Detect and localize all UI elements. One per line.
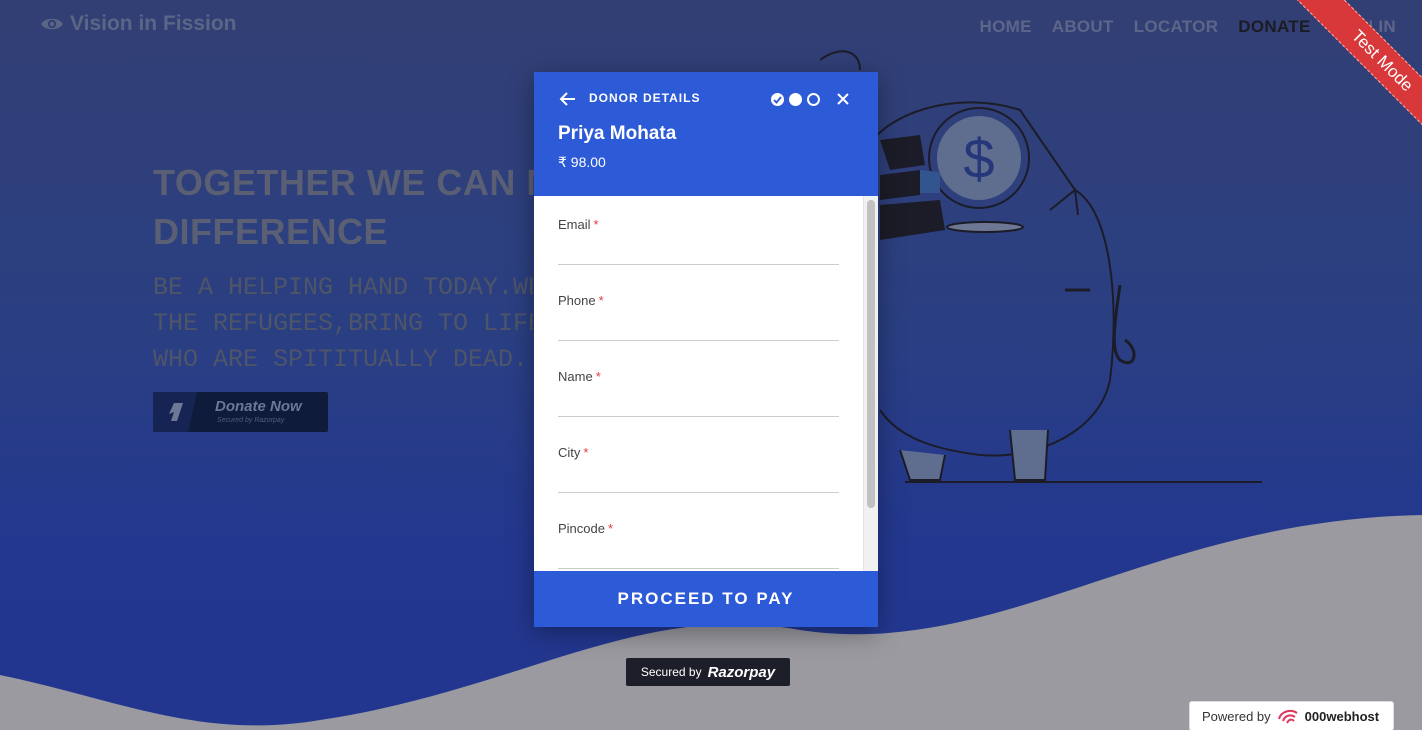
city-label: City *	[558, 445, 589, 460]
name-field[interactable]	[558, 389, 839, 417]
proceed-to-pay-button[interactable]: PROCEED TO PAY	[534, 571, 878, 627]
phone-field[interactable]	[558, 313, 839, 341]
step-done	[771, 93, 784, 106]
check-icon	[773, 96, 782, 104]
city-field-group: City *	[558, 445, 839, 513]
payee-name: Priya Mohata	[558, 123, 677, 144]
payment-modal: DONOR DETAILS Priya Mohata ₹ 98.00 Email…	[534, 72, 878, 627]
pincode-field[interactable]	[558, 541, 839, 569]
form-scrollbar[interactable]	[863, 196, 878, 571]
secured-prefix: Secured by	[640, 665, 702, 679]
step-current	[789, 93, 802, 106]
name-label: Name *	[558, 369, 601, 384]
email-field[interactable]	[558, 237, 839, 265]
payment-amount: ₹ 98.00	[558, 154, 606, 170]
phone-field-group: Phone *	[558, 293, 839, 361]
pincode-label: Pincode *	[558, 521, 614, 536]
close-icon[interactable]	[835, 91, 851, 107]
razorpay-brand: Razorpay	[707, 663, 776, 681]
scrollbar-thumb[interactable]	[867, 200, 875, 508]
step-title: DONOR DETAILS	[589, 91, 701, 105]
email-field-group: Email *	[558, 217, 839, 285]
step-indicator	[771, 93, 820, 106]
city-field[interactable]	[558, 465, 839, 493]
back-arrow-icon[interactable]	[558, 89, 578, 109]
name-field-group: Name *	[558, 369, 839, 437]
secured-by-razorpay-badge: Secured by Razorpay	[626, 658, 790, 686]
email-label: Email *	[558, 217, 599, 232]
pincode-field-group: Pincode *	[558, 521, 839, 571]
step-pending	[807, 93, 820, 106]
phone-label: Phone *	[558, 293, 604, 308]
donor-form: Email * Phone * Name * City * Pincode *	[534, 196, 878, 571]
modal-header: DONOR DETAILS Priya Mohata ₹ 98.00	[534, 72, 878, 196]
